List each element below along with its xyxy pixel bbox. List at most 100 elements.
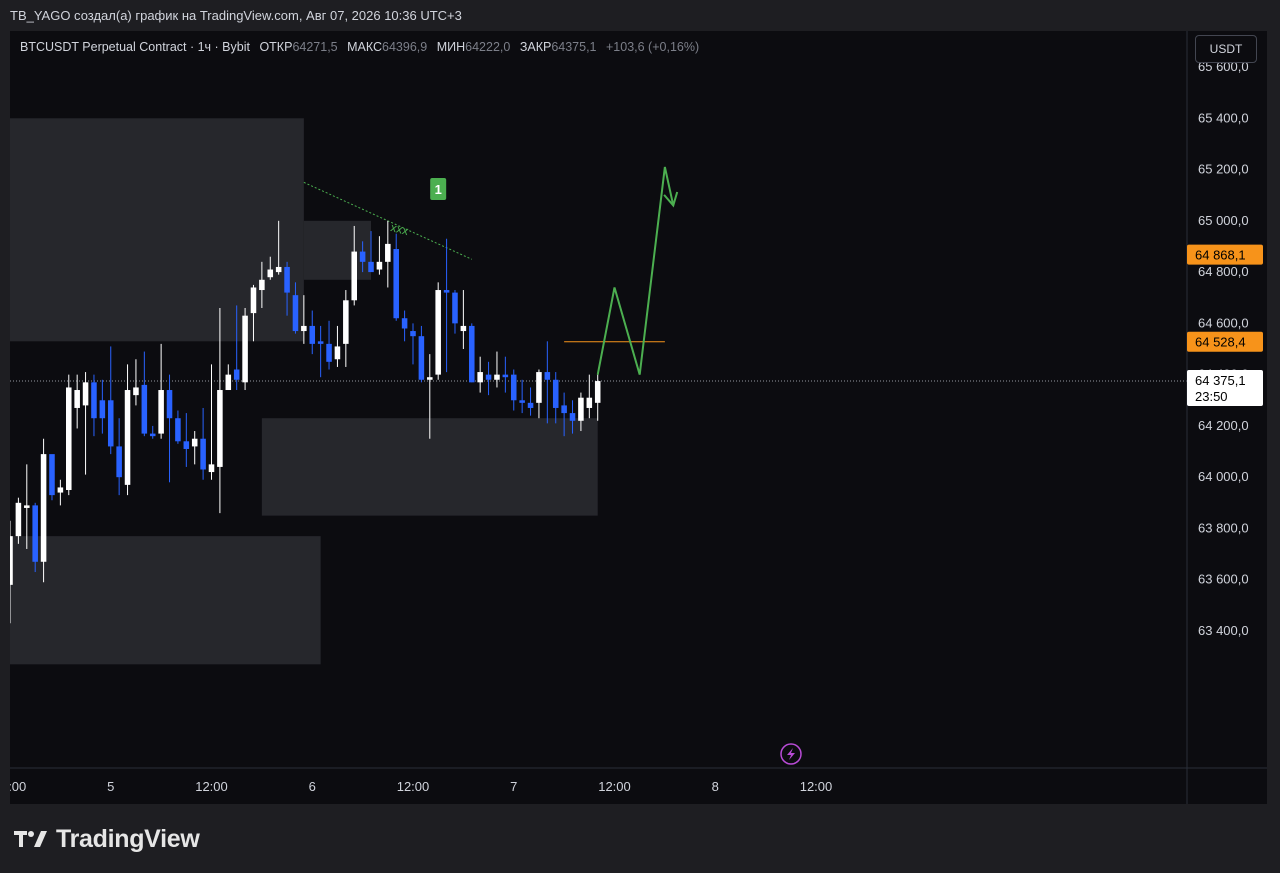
y-tick-label: 65 200,0 — [1198, 162, 1249, 177]
countdown-text: 23:50 — [1195, 389, 1228, 404]
zone-rect — [10, 536, 321, 665]
legend-symbol: BTCUSDT Perpetual Contract · 1ч · Bybit — [20, 40, 250, 54]
candle-body — [427, 377, 433, 380]
candle-body — [368, 261, 374, 273]
candle-body — [82, 382, 89, 406]
candle-body — [242, 315, 248, 383]
candle-body — [385, 243, 391, 262]
candle-body — [166, 390, 173, 419]
candle-body — [301, 325, 307, 332]
legend-high-label: МАКС — [347, 40, 383, 54]
candle-body — [452, 292, 458, 324]
candle-body — [225, 374, 232, 391]
candle-body — [99, 400, 106, 419]
y-tick-label: 63 800,0 — [1198, 520, 1249, 535]
projection-path — [596, 166, 675, 375]
candle-body — [124, 390, 131, 485]
chart-frame[interactable]: xxx 1 63 400,0 63 600,0 63 800,0 64 000,0 64 2… — [10, 31, 1267, 804]
y-tick-label: 63 600,0 — [1198, 572, 1249, 587]
candle-body — [410, 331, 416, 337]
candle-body — [91, 382, 97, 419]
y-tick-label: 65 000,0 — [1198, 213, 1249, 228]
candle-body — [217, 390, 223, 467]
candle-body — [343, 300, 349, 344]
candle-body — [435, 290, 441, 375]
y-tick-label: 65 400,0 — [1198, 110, 1249, 125]
legend-open-value: 64271,5 — [292, 40, 338, 54]
candle-body — [133, 387, 139, 396]
trendline-label: xxx — [389, 220, 410, 238]
price-label-text: 64 868,1 — [1195, 248, 1246, 263]
candle-body — [527, 402, 534, 408]
candle-body — [15, 502, 22, 537]
candle-body — [502, 374, 509, 378]
x-tick-label: 12:00 — [397, 779, 430, 794]
legend-high-value: 64396,9 — [382, 40, 428, 54]
candle-body — [376, 261, 383, 270]
lightning-glyph — [787, 748, 795, 760]
x-tick-label: 5 — [107, 779, 114, 794]
candle-body — [519, 400, 525, 403]
chart-caption: TB_YAGO создал(а) график на TradingView.… — [10, 8, 462, 23]
candle-body — [401, 318, 408, 329]
price-label-text: 64 528,4 — [1195, 335, 1246, 350]
candle-body — [149, 433, 156, 437]
candle-body — [40, 454, 47, 562]
candlestick-chart[interactable]: xxx 1 63 400,0 63 600,0 63 800,0 64 000,0 64 2… — [10, 31, 1267, 804]
candle-body — [66, 387, 72, 490]
candle-body — [158, 390, 164, 434]
legend-change: +103,6 (+0,16%) — [606, 40, 700, 54]
tradingview-logo[interactable]: TradingView — [14, 824, 200, 854]
x-tick-label: 12:00 — [598, 779, 631, 794]
candle-body — [57, 487, 64, 493]
legend-low-label: МИН — [436, 40, 466, 54]
candle-body — [544, 372, 551, 380]
candle-body — [267, 269, 274, 278]
currency-button[interactable]: USDT — [1195, 35, 1257, 63]
symbol-legend: BTCUSDT Perpetual Contract · 1ч · Bybit … — [20, 40, 699, 54]
zone-rect — [303, 220, 372, 280]
candle-body — [49, 454, 55, 496]
x-tick-label: 7 — [510, 779, 517, 794]
candle-body — [183, 441, 190, 449]
candle-body — [477, 372, 483, 383]
candle-body — [443, 290, 450, 293]
candle-body — [393, 249, 399, 319]
candle-body — [275, 266, 282, 273]
candle-body — [552, 379, 559, 408]
candle-body — [536, 372, 542, 403]
tradingview-logo-icon — [14, 831, 47, 847]
candle-body — [317, 341, 324, 344]
candle-body — [107, 400, 114, 447]
zone-rect — [10, 118, 304, 342]
y-tick-label: 64 000,0 — [1198, 469, 1249, 484]
candle-body — [284, 266, 290, 293]
current-price-text: 64 375,1 — [1195, 373, 1246, 388]
x-tick-label: 12:00 — [800, 779, 833, 794]
candle-body — [32, 505, 38, 562]
y-tick-label: 63 400,0 — [1198, 623, 1249, 638]
candle-body — [233, 369, 240, 380]
x-tick-label: 12:00 — [195, 779, 228, 794]
candle-body — [510, 374, 517, 401]
candle-body — [334, 346, 341, 360]
legend-open-label: ОТКР — [259, 40, 293, 54]
candle-body — [359, 251, 366, 262]
candle-body — [191, 438, 198, 447]
candle-body — [326, 343, 332, 362]
candle-body — [250, 287, 257, 314]
candle-body — [594, 381, 601, 403]
candle-body — [292, 295, 299, 332]
candle-body — [309, 325, 316, 344]
legend-low-value: 64222,0 — [465, 40, 511, 54]
x-tick-label: 12:00 — [10, 779, 26, 794]
candle-body — [10, 536, 13, 585]
candle-body — [141, 384, 148, 434]
x-tick-label: 6 — [309, 779, 316, 794]
candle-body — [200, 438, 206, 470]
candle-body — [469, 325, 475, 383]
candle-body — [259, 279, 265, 291]
candle-body — [116, 446, 122, 478]
candle-body — [578, 397, 584, 421]
x-tick-label: 8 — [712, 779, 719, 794]
